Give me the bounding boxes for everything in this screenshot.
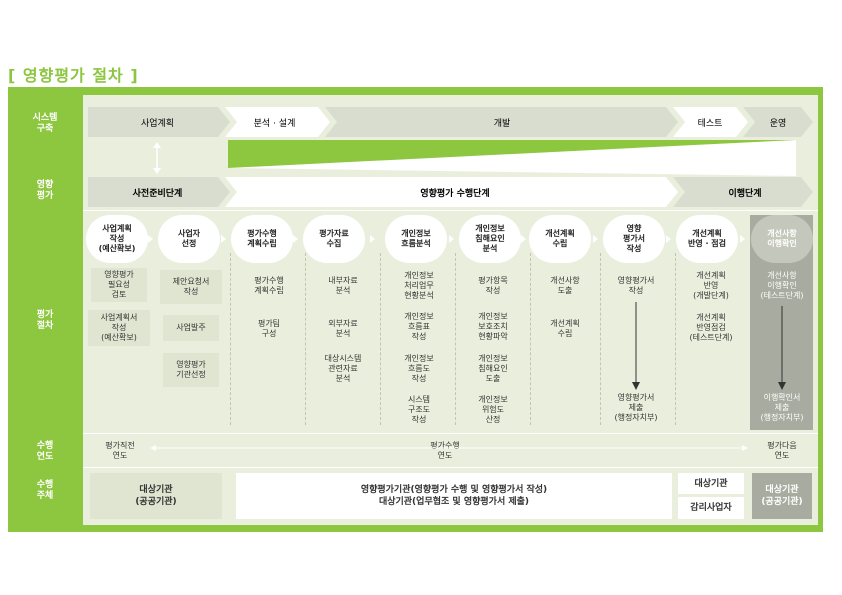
down-arrow-icon	[632, 302, 640, 390]
row-label-actor: 수행 주체	[36, 480, 54, 501]
step-arrows	[148, 235, 745, 243]
actor-auditor: 감리사업자	[678, 497, 744, 519]
task-box: 사업발주	[163, 315, 219, 341]
task-box: 개인정보 보호조치 현황파악	[478, 312, 508, 341]
row-label-system: 시스템 구축	[32, 113, 58, 134]
task-box: 사업계획서 작성 (예산확보)	[88, 310, 150, 346]
task-box: 개선사항 이행확인 (테스트단계)	[760, 271, 804, 300]
period-span-arrow	[150, 445, 748, 451]
row-divider	[83, 433, 818, 434]
task-box: 평가팀 구성	[257, 319, 281, 338]
task-box: 개인정보 침해요인 도출	[478, 354, 508, 383]
task-box: 개선계획 수립	[550, 319, 580, 338]
task-box: 평가수행 계획수립	[254, 276, 284, 295]
system-step-label: 개발	[493, 118, 511, 129]
system-step-label: 사업계획	[140, 118, 175, 129]
assessment-step-label: 영향평가 수행단계	[420, 188, 490, 199]
task-box: 개인정보 위험도 산정	[478, 395, 508, 424]
task-box: 개인정보 흐름표 작성	[404, 312, 434, 341]
task-box: 평가항목 작성	[478, 276, 508, 295]
row-label-assessment: 영향 평가	[36, 180, 54, 201]
actor-target-public: 대상기관 (공공기관)	[90, 473, 222, 519]
assessment-step-label: 사전준비단계	[132, 188, 183, 199]
row-label-procedure: 평가 절차	[36, 310, 54, 331]
system-step-label: 분석 · 설계	[253, 118, 296, 129]
task-box: 개선계획 반영 (개발단계)	[693, 271, 729, 300]
task-box: 영향평가 기관선정	[163, 353, 219, 387]
task-box: 이행확인서 제출 (행정자치부)	[760, 393, 804, 422]
period-before: 평가직전 연도	[105, 441, 135, 460]
task-box: 개선사항 도출	[550, 276, 580, 295]
task-box: 개인정보 처리업무 현황분석	[404, 271, 434, 300]
actor-target-public-final: 대상기관 (공공기관)	[752, 473, 812, 519]
system-step-label: 운영	[769, 118, 787, 129]
system-step-label: 테스트	[697, 118, 723, 129]
task-box: 대상시스템 관련자료 분석	[324, 354, 362, 383]
task-box: 영향평가서 작성	[617, 276, 655, 295]
task-box: 영향평가서 제출 (행정자치부)	[614, 393, 658, 422]
task-box: 개선계획 반영점검 (테스트단계)	[689, 313, 733, 342]
page-title: [ 영향평가 절차 ]	[8, 66, 139, 85]
phase-wedge	[228, 140, 796, 176]
actor-assessment-agency: 영향평가기관(영향평가 수행 및 영향평가서 작성) 대상기관(업무협조 및 영…	[236, 473, 672, 519]
task-box: 개인정보 흐름도 작성	[404, 354, 434, 383]
actor-target: 대상기관	[678, 473, 744, 494]
double-arrow-icon	[153, 142, 161, 174]
row-divider	[83, 210, 818, 211]
assessment-step-label: 이행단계	[728, 188, 762, 199]
task-box: 외부자료 분석	[328, 319, 358, 338]
period-after: 평가다음 연도	[767, 441, 797, 460]
task-box: 시스템 구조도 작성	[407, 395, 431, 424]
row-label-period: 수행 연도	[36, 441, 54, 462]
down-arrow-icon	[778, 306, 786, 390]
row-divider	[83, 467, 818, 468]
task-box: 영향평가 필요성 검토	[91, 268, 147, 302]
task-box: 내부자료 분석	[328, 276, 358, 295]
task-box: 제안요청서 작성	[160, 270, 222, 304]
